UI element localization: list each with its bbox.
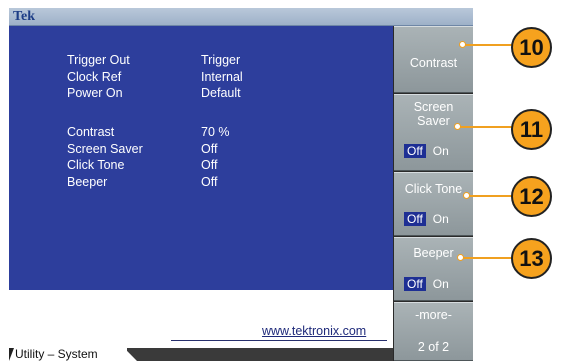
setting-row-clock-ref: Clock Ref Internal [9,69,393,86]
callout-badge: 12 [511,176,552,217]
setting-label: Power On [67,86,123,100]
softkey-label: Screen [413,100,454,114]
softkey-label: -more- [415,308,452,322]
callout-anchor [463,192,470,199]
callout-badge: 13 [511,238,552,279]
title-bar: Tek [9,8,473,26]
setting-row-click-tone: Click Tone Off [9,157,393,174]
setting-row-screen-saver: Screen Saver Off [9,141,393,158]
setting-label: Screen Saver [67,142,143,156]
option-on[interactable]: On [433,212,449,226]
setting-row-beeper: Beeper Off [9,174,393,191]
setting-row-contrast: Contrast 70 % [9,124,393,141]
tab-label: Utility – System [15,347,98,361]
option-off-selected[interactable]: Off [404,144,426,158]
setting-label: Trigger Out [67,53,130,67]
setting-label: Clock Ref [67,70,122,84]
setting-label: Beeper [67,175,108,189]
beeper-toggle[interactable]: Off On [404,277,449,291]
callout-leader [463,44,513,46]
status-area: www.tektronix.com Utility – System [9,290,393,361]
setting-label: Contrast [67,125,115,139]
instrument-screen: Tek Trigger Out Trigger Clock Ref Intern… [9,8,473,361]
website-link[interactable]: www.tektronix.com [262,323,366,339]
settings-panel: Trigger Out Trigger Clock Ref Internal P… [9,26,393,290]
softkey-column: Contrast Screen Saver Off On Click Tone O… [393,26,473,361]
click-tone-button[interactable]: Click Tone Off On [394,172,473,236]
setting-value: Internal [201,70,243,84]
setting-value: Trigger [201,53,241,67]
callout-anchor [459,41,466,48]
setting-value: 70 % [201,125,230,139]
softkey-label: Click Tone [404,182,463,196]
softkey-label: Contrast [409,56,458,70]
callout-leader [461,257,513,259]
callout-leader [467,195,513,197]
divider [171,340,387,341]
setting-row-trigger-out: Trigger Out Trigger [9,52,393,69]
click-tone-toggle[interactable]: Off On [404,212,449,226]
option-off-selected[interactable]: Off [404,212,426,226]
setting-value: Off [201,142,218,156]
option-on[interactable]: On [433,277,449,291]
option-off-selected[interactable]: Off [404,277,426,291]
tab-utility-system[interactable]: Utility – System [9,348,137,361]
contrast-button[interactable]: Contrast [394,26,473,93]
menu-tab-strip: Utility – System [9,348,393,361]
option-on[interactable]: On [433,144,449,158]
beeper-button[interactable]: Beeper Off On [394,237,473,301]
setting-value: Off [201,175,218,189]
brand-logo: Tek [13,9,36,24]
callout-badge: 11 [511,109,552,150]
screen-saver-toggle[interactable]: Off On [404,144,449,158]
more-button[interactable]: -more- 2 of 2 [394,302,473,361]
tab-marker-icon [9,348,14,361]
callout-badge: 10 [511,27,552,68]
setting-label: Click Tone [67,158,125,172]
callout-leader [458,126,513,128]
callout-anchor [457,254,464,261]
setting-row-power-on: Power On Default [9,85,393,102]
divider [127,348,393,361]
page-indicator: 2 of 2 [417,340,450,354]
screen-saver-button[interactable]: Screen Saver Off On [394,94,473,171]
setting-value: Default [201,86,241,100]
setting-value: Off [201,158,218,172]
callout-anchor [454,123,461,130]
